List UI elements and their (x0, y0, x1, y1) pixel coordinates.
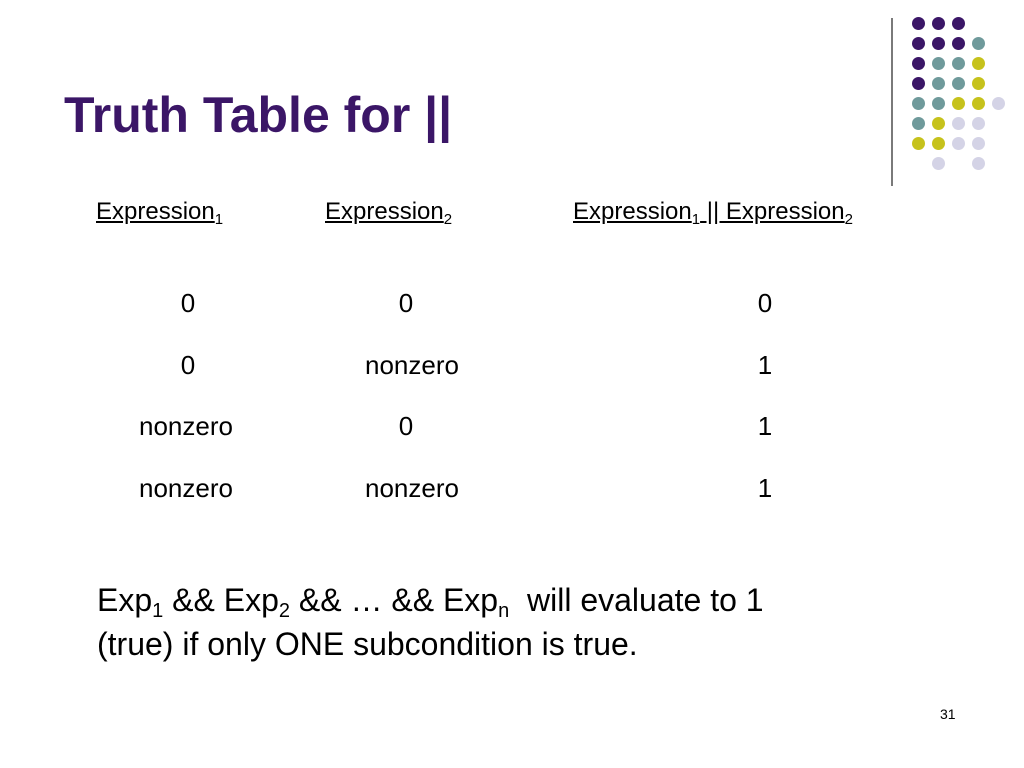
decorative-dot (932, 157, 945, 170)
table-cell-r4-c1: nonzero (139, 473, 233, 503)
summary-exp-n: Exp (442, 582, 499, 618)
summary-sub-2: 2 (278, 600, 290, 622)
summary-exp-1: Exp (97, 582, 153, 618)
decorative-dot (952, 37, 965, 50)
table-cell-r3-c2: 0 (398, 411, 414, 441)
decorative-dot (952, 77, 965, 90)
decorative-dot (932, 137, 945, 150)
decorative-dot (952, 97, 965, 110)
decorative-dot (972, 57, 985, 70)
summary-op-2: && … && (290, 582, 443, 618)
decorative-dot (912, 77, 925, 90)
slide-title: Truth Table for || (64, 87, 453, 143)
header-expression-1-base: Expression (96, 198, 215, 225)
summary-sub-1: 1 (152, 600, 164, 622)
decorative-dot (912, 137, 925, 150)
decorative-dot (932, 117, 945, 130)
decorative-dot (952, 137, 965, 150)
decorative-dot (912, 37, 925, 50)
summary-text: Exp1 && Exp2 && … && Expn will evaluate … (97, 578, 764, 666)
table-cell-r2-c1: 0 (180, 350, 196, 380)
decorative-dot (952, 17, 965, 30)
decorative-dot (932, 57, 945, 70)
table-cell-r4-c2: nonzero (365, 473, 459, 503)
table-cell-r4-c3: 1 (757, 473, 773, 503)
decorative-dot (932, 97, 945, 110)
table-cell-r1-c1: 0 (180, 288, 196, 318)
page-number: 31 (940, 706, 956, 722)
header-expression-1-subscript: 1 (214, 211, 224, 228)
decorative-dot (912, 97, 925, 110)
decorative-dot (972, 157, 985, 170)
header-expression-2-base: Expression (325, 198, 444, 225)
table-cell-r2-c3: 1 (757, 350, 773, 380)
decorative-dot (972, 117, 985, 130)
table-cell-r1-c3: 0 (757, 288, 773, 318)
header-or-base: Expression (573, 198, 692, 225)
decorative-dot (972, 137, 985, 150)
decorative-dot (952, 117, 965, 130)
header-or-middle: || Expression (700, 198, 845, 225)
header-expression-or: Expression1 || Expression2 (573, 198, 853, 228)
decorative-dot (932, 37, 945, 50)
decorative-dot (972, 97, 985, 110)
decorative-dot (912, 117, 925, 130)
decorative-dot (972, 77, 985, 90)
table-cell-r3-c1: nonzero (139, 411, 233, 441)
header-expression-1: Expression1 (96, 198, 223, 228)
summary-line-2: (true) if only ONE subcondition is true. (97, 626, 638, 662)
summary-exp-2: Exp (223, 582, 279, 618)
header-expression-2-subscript: 2 (443, 211, 453, 228)
header-or-subscript-2: 2 (844, 211, 853, 228)
vertical-divider (891, 18, 893, 186)
summary-line-1: Exp1 && Exp2 && … && Expn will evaluate … (97, 578, 764, 622)
decorative-dot (972, 37, 985, 50)
table-cell-r3-c3: 1 (757, 411, 773, 441)
summary-tail: will evaluate to 1 (509, 582, 764, 618)
decorative-dot (952, 57, 965, 70)
decorative-dot (992, 97, 1005, 110)
table-cell-r1-c2: 0 (398, 288, 414, 318)
decorative-dot (912, 17, 925, 30)
summary-sub-n: n (498, 600, 510, 622)
header-or-subscript-1: 1 (691, 211, 701, 228)
decorative-dot (932, 17, 945, 30)
summary-op-1: && (163, 582, 224, 618)
decorative-dot (912, 57, 925, 70)
decorative-dot (932, 77, 945, 90)
table-cell-r2-c2: nonzero (365, 350, 459, 380)
header-expression-2: Expression2 (325, 198, 452, 228)
